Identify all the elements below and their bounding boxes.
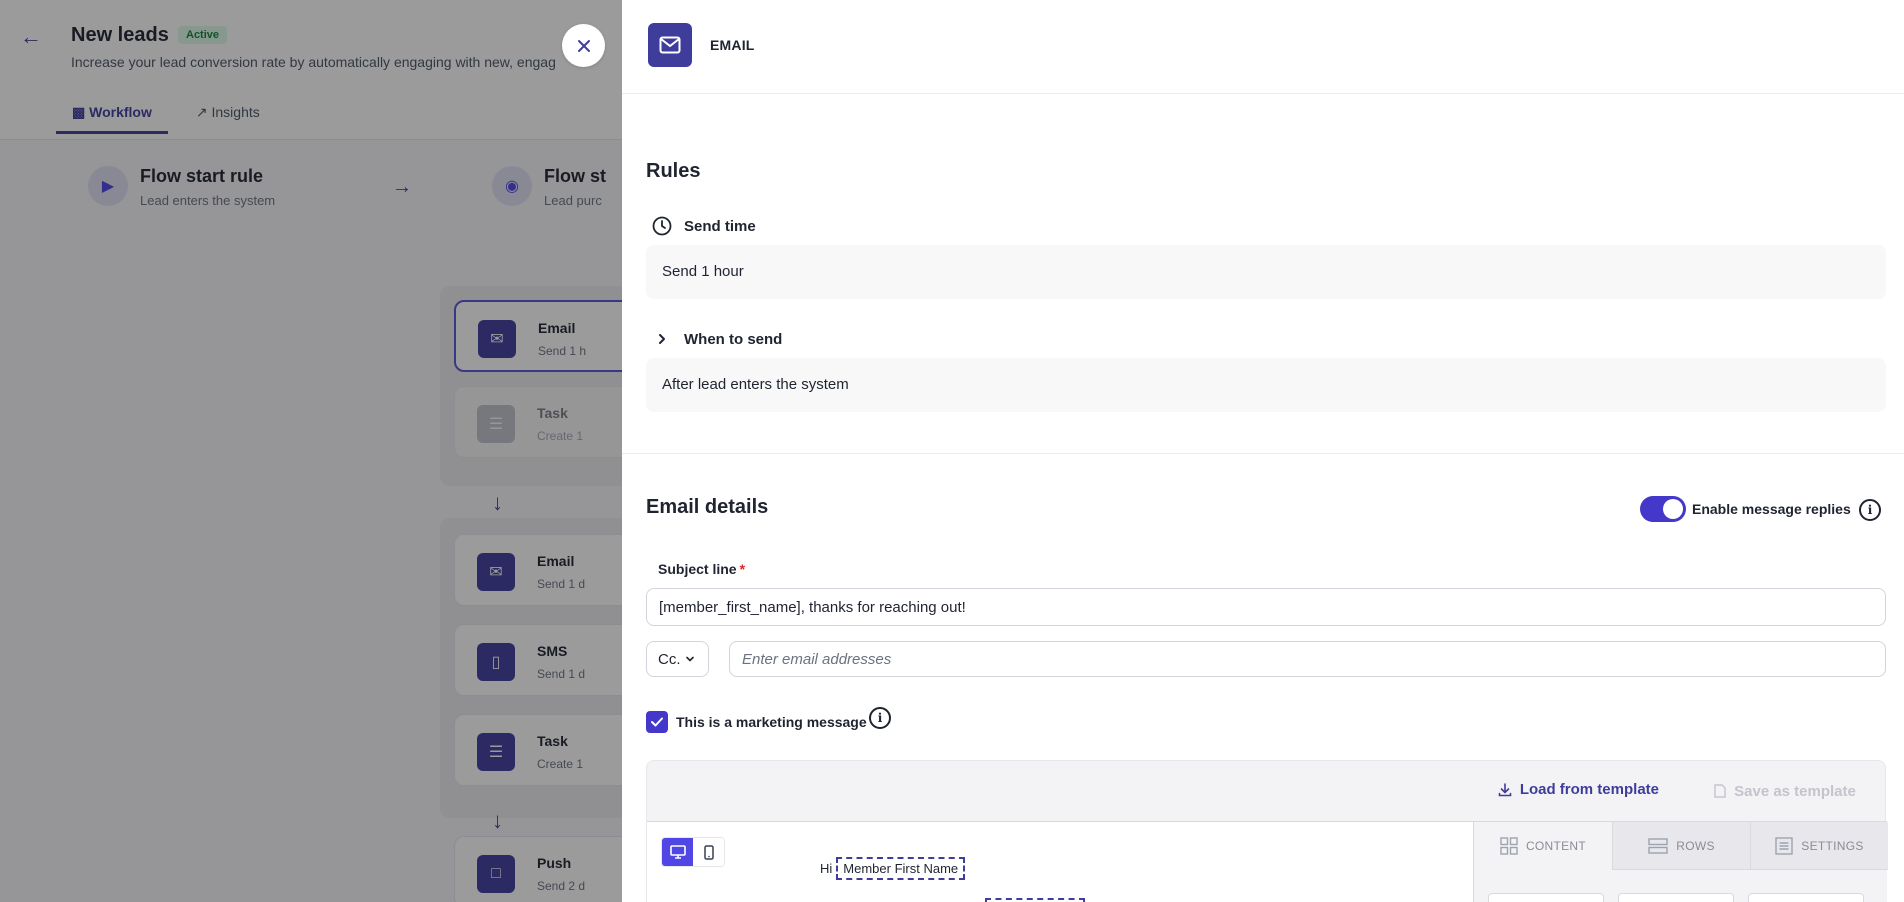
settings-list-icon (1775, 836, 1793, 855)
when-to-send-value[interactable]: After lead enters the system (646, 358, 1886, 412)
cc-select[interactable]: Cc. (646, 641, 709, 677)
content-block[interactable] (1748, 893, 1864, 902)
when-to-send-label: When to send (684, 330, 783, 348)
file-icon (1714, 784, 1726, 798)
merge-tag[interactable]: Member First Name (836, 857, 966, 880)
email-editor: Load from template Save as template Hi M… (646, 760, 1888, 902)
info-icon[interactable]: i (1859, 499, 1881, 521)
tab-settings[interactable]: SETTINGS (1750, 822, 1888, 870)
when-to-send-toggle[interactable]: When to send (652, 329, 782, 349)
merge-tag-block[interactable] (985, 898, 1085, 902)
checkmark-icon (651, 717, 663, 727)
desktop-view-button[interactable] (662, 838, 693, 866)
send-time-label: Send time (684, 217, 756, 235)
enable-replies-toggle[interactable] (1640, 496, 1686, 522)
mobile-icon (703, 844, 714, 860)
chevron-down-icon (685, 656, 694, 662)
send-time-header: Send time (652, 216, 756, 236)
subject-line-input[interactable] (646, 588, 1886, 626)
content-block[interactable] (1618, 893, 1734, 902)
mail-icon (648, 23, 692, 67)
info-icon[interactable]: i (869, 707, 891, 729)
rules-heading: Rules (646, 160, 701, 182)
drawer-header: EMAIL (622, 0, 1904, 94)
rows-icon (1648, 837, 1668, 854)
cc-email-input[interactable] (729, 641, 1886, 677)
download-icon (1498, 782, 1512, 796)
marketing-label: This is a marketing message (676, 714, 867, 730)
tab-rows[interactable]: ROWS (1612, 822, 1750, 870)
editor-canvas[interactable]: Hi Member First Name (647, 821, 1473, 902)
close-icon (577, 39, 590, 52)
mobile-view-button[interactable] (693, 838, 724, 866)
device-toggle (661, 837, 725, 867)
marketing-checkbox[interactable] (646, 711, 668, 733)
subject-line-label: Subject line * (658, 561, 746, 577)
close-button[interactable] (562, 24, 605, 67)
tab-content[interactable]: CONTENT (1474, 822, 1612, 870)
save-template-button[interactable]: Save as template (1685, 773, 1885, 809)
content-block[interactable] (1488, 893, 1604, 902)
email-details-heading: Email details (646, 496, 769, 518)
clock-icon (652, 216, 672, 236)
grid-icon (1500, 837, 1518, 855)
section-divider (622, 453, 1904, 454)
email-drawer: EMAIL Rules Send time Send 1 hour When t… (622, 0, 1904, 902)
chevron-right-icon (652, 329, 672, 349)
enable-replies-label: Enable message replies (1692, 501, 1851, 517)
load-template-button[interactable]: Load from template (1498, 781, 1659, 798)
editor-side-panel: CONTENT ROWS SETTINGS (1473, 821, 1888, 902)
send-time-value[interactable]: Send 1 hour (646, 245, 1886, 299)
greeting-text[interactable]: Hi Member First Name (820, 857, 966, 880)
drawer-title: EMAIL (710, 37, 755, 53)
desktop-icon (669, 845, 686, 859)
